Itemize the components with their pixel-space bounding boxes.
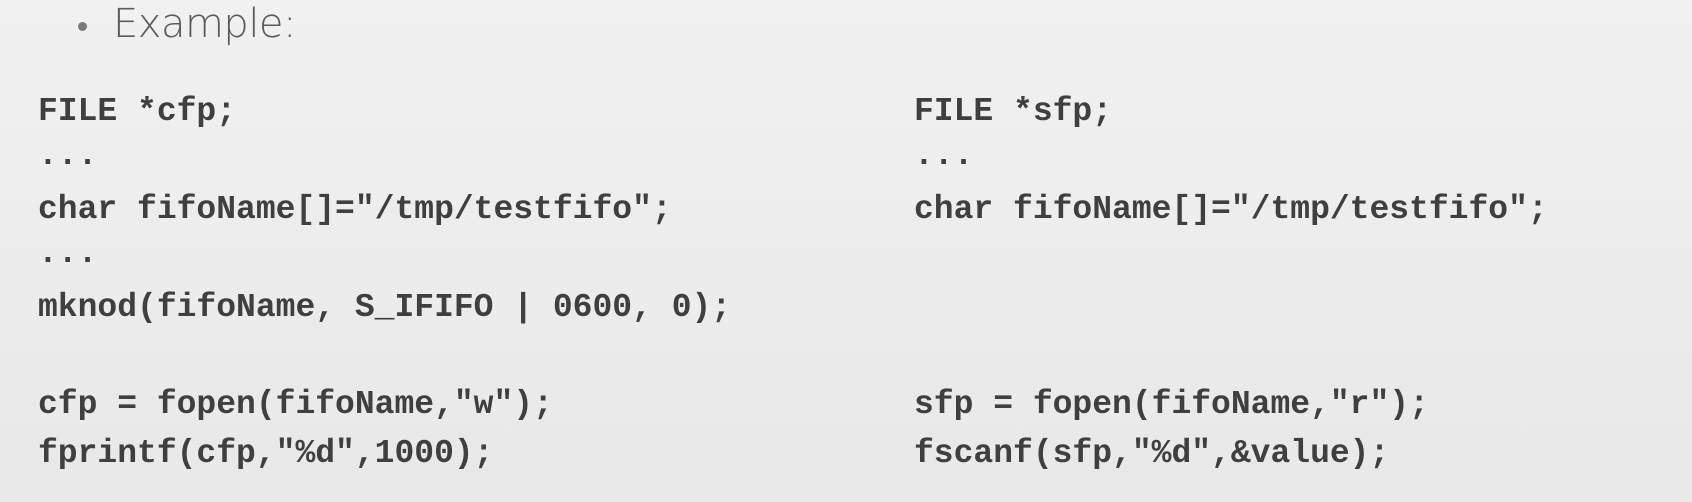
code-line: FILE *cfp; (38, 93, 237, 130)
code-line: ... (38, 137, 98, 174)
code-line: ... (38, 235, 98, 272)
code-line: cfp = fopen(fifoName,"w"); (38, 386, 553, 423)
bullet-item: Example: (78, 0, 297, 54)
code-line: ... (914, 137, 974, 174)
server-code-block: FILE *sfp; ... char fifoName[]="/tmp/tes… (914, 0, 1548, 472)
bullet-text: Example: (113, 1, 297, 47)
code-line: char fifoName[]="/tmp/testfifo"; (914, 191, 1548, 228)
client-code-block: FILE *cfp; ... char fifoName[]="/tmp/tes… (38, 0, 731, 472)
code-line: fscanf(sfp,"%d",&value); (914, 435, 1390, 472)
code-line: mknod(fifoName, S_IFIFO | 0600, 0); (38, 289, 732, 326)
code-line: char fifoName[]="/tmp/testfifo"; (38, 191, 672, 228)
bullet-dot-icon (78, 21, 87, 31)
code-line: sfp = fopen(fifoName,"r"); (914, 386, 1429, 423)
code-line: FILE *sfp; (914, 93, 1113, 130)
code-line: fprintf(cfp,"%d",1000); (38, 435, 494, 472)
